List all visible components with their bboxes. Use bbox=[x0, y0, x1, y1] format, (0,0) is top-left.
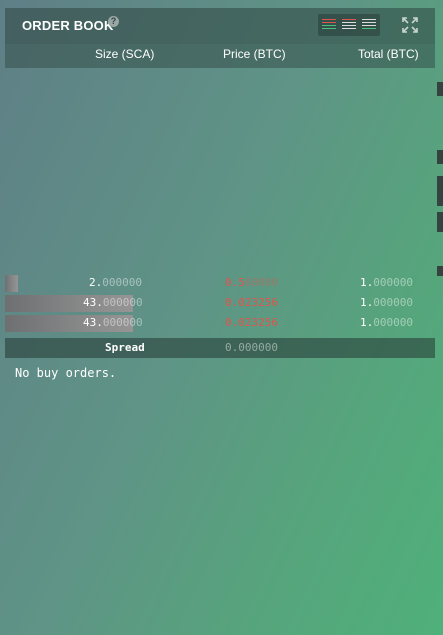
panel-title: ORDER BOOK bbox=[22, 18, 114, 33]
total-int: 1. bbox=[360, 296, 374, 309]
help-icon[interactable]: ? bbox=[108, 16, 119, 27]
window-edge bbox=[437, 150, 443, 164]
size-int: 43. bbox=[83, 316, 103, 329]
col-price-header[interactable]: Price (BTC) bbox=[223, 47, 286, 61]
view-both-sides-icon[interactable] bbox=[322, 18, 336, 32]
size-int: 2. bbox=[89, 276, 103, 289]
total-dec: 000000 bbox=[373, 316, 413, 329]
order-book-panel: ORDER BOOK ? Size (SCA) Price (BTC) Tota… bbox=[5, 8, 435, 635]
view-bids-only-icon[interactable] bbox=[362, 18, 376, 32]
price-sig: 0.023256 bbox=[225, 296, 278, 309]
ask-row[interactable]: 43.000000 0.023256 1.000000 bbox=[5, 294, 435, 312]
price-sig: 0.023256 bbox=[225, 316, 278, 329]
col-size-header[interactable]: Size (SCA) bbox=[95, 47, 154, 61]
ask-row[interactable]: 43.000000 0.023256 1.000000 bbox=[5, 314, 435, 332]
window-edge bbox=[437, 82, 443, 96]
spread-label: Spread bbox=[105, 341, 145, 354]
order-book-header: ORDER BOOK ? bbox=[5, 8, 435, 44]
total-int: 1. bbox=[360, 276, 374, 289]
depth-bar bbox=[5, 275, 18, 292]
view-toggle-group bbox=[318, 14, 380, 36]
ask-row[interactable]: 2.000000 0.500000 1.000000 bbox=[5, 274, 435, 292]
col-total-header[interactable]: Total (BTC) bbox=[358, 47, 419, 61]
spread-value: 0.000000 bbox=[225, 341, 278, 354]
price-sig: 0.5 bbox=[225, 276, 245, 289]
size-dec: 000000 bbox=[102, 276, 142, 289]
window-edge bbox=[437, 212, 443, 232]
size-int: 43. bbox=[83, 296, 103, 309]
price-dim: 00000 bbox=[244, 276, 278, 289]
view-asks-only-icon[interactable] bbox=[342, 18, 356, 32]
size-dec: 000000 bbox=[102, 296, 143, 309]
column-headers: Size (SCA) Price (BTC) Total (BTC) bbox=[5, 44, 435, 68]
window-edge bbox=[437, 266, 443, 276]
window-edge bbox=[437, 176, 443, 206]
total-int: 1. bbox=[360, 316, 374, 329]
expand-icon[interactable] bbox=[402, 17, 418, 33]
total-dec: 000000 bbox=[373, 276, 413, 289]
total-dec: 000000 bbox=[373, 296, 413, 309]
size-dec: 000000 bbox=[102, 316, 143, 329]
no-buy-orders-message: No buy orders. bbox=[15, 366, 117, 380]
spread-bar: Spread 0.000000 bbox=[5, 338, 435, 358]
